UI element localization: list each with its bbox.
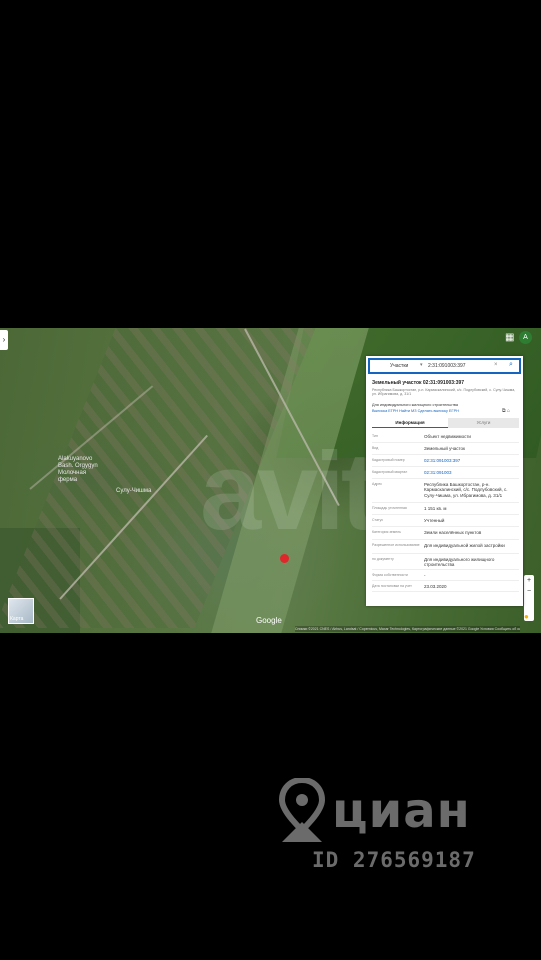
attribute-value: Земли населённых пунктов — [424, 530, 482, 535]
attribute-value: Земельный участок — [424, 446, 465, 451]
attribute-key: Тип — [372, 434, 378, 438]
attribute-row: Дата постановки на учет 23.03.2020 — [372, 581, 519, 592]
chevron-down-icon[interactable]: ▾ — [420, 362, 423, 368]
cadastral-info-panel: Участки ▾ 2:31:091003:397 × ⌕ Земельный … — [366, 356, 523, 606]
satellite-map[interactable]: avito Alakuyanovo Bash. Orgygyn Молочная… — [0, 328, 541, 633]
attribute-row: Категория земель Земли населённых пункто… — [372, 527, 519, 540]
parcel-actions[interactable]: Выписка ЕГРН Найти МЗ Сделать выписку ЕГ… — [372, 409, 459, 413]
cian-logo: циан — [278, 778, 488, 848]
attribute-key: Дата постановки на учет — [372, 584, 412, 588]
grid-icon[interactable]: ▦ — [505, 333, 515, 343]
parcel-attributes: Тип Объект недвижимости Вид Земельный уч… — [372, 431, 519, 592]
attribute-value: Для индивидуальной жилой застройки — [424, 543, 505, 548]
cian-wordmark: циан — [332, 783, 471, 839]
attribute-key: Разрешенное использование — [372, 543, 420, 547]
attribute-key: Форма собственности — [372, 573, 408, 577]
parcel-address: Республика Башкортостан, р-н. Кармаскали… — [372, 388, 516, 397]
attribute-value: Для индивидуального жилищного строительс… — [424, 557, 495, 568]
attribute-key: по документу — [372, 557, 394, 561]
attribute-row: Статус Учтенный — [372, 515, 519, 527]
cadastral-search-bar[interactable]: Участки ▾ 2:31:091003:397 × ⌕ — [368, 358, 521, 374]
search-input[interactable]: 2:31:091003:397 — [428, 363, 466, 369]
search-type-select[interactable]: Участки — [390, 363, 408, 369]
attribute-value: Учтенный — [424, 518, 445, 523]
attribute-row: Кадастровый квартал 02:31:091003 — [372, 467, 519, 479]
attribute-value: 23.03.2020 — [424, 584, 447, 589]
layer-label: Карта — [10, 616, 24, 622]
clear-icon[interactable]: × — [494, 362, 498, 368]
tab-services[interactable]: Услуги — [448, 418, 519, 428]
attribute-row: по документу Для индивидуального жилищно… — [372, 554, 519, 570]
location-pin-icon — [278, 778, 326, 842]
parcel-title: Земельный участок 02:31:091003:397 — [372, 380, 465, 386]
parcel-use: Для индивидуального жилищного строительс… — [372, 403, 459, 407]
search-icon[interactable]: ⌕ — [509, 361, 513, 369]
panel-tabs: Информация Услуги — [372, 418, 519, 428]
attribute-row: Адрес Республика Башкортостан, р-н. Карм… — [372, 479, 519, 503]
attribute-row: Разрешенное использование Для индивидуал… — [372, 540, 519, 554]
google-logo: Google — [256, 616, 282, 625]
place-label: Alakuyanovo Bash. Orgygyn Молочная ферма — [58, 456, 98, 483]
attribute-value: Республика Башкортостан, р-н. Кармаскали… — [424, 482, 508, 498]
map-layer-button[interactable]: Карта — [8, 598, 34, 624]
attribute-key: Кадастровый номер — [372, 458, 405, 462]
location-marker[interactable] — [280, 554, 289, 563]
attribute-key: Адрес — [372, 482, 383, 486]
cadastral-quarter-link[interactable]: 02:31:091003 — [424, 470, 519, 475]
attribute-value: 1 151 кв. м — [424, 506, 447, 511]
place-label: Сулу-Чишма — [116, 488, 152, 494]
panel-tool-icons[interactable]: ⧉ ⌂ — [502, 408, 510, 414]
attribute-key: Вид — [372, 446, 379, 450]
attribute-key: Кадастровый квартал — [372, 470, 408, 474]
attribute-value: - — [424, 573, 426, 578]
attribute-key: Статус — [372, 518, 384, 522]
attribute-row: Форма собственности - — [372, 570, 519, 581]
avatar[interactable]: А — [519, 331, 532, 344]
attribute-row: Вид Земельный участок — [372, 443, 519, 455]
attribute-key: Категория земель — [372, 530, 401, 534]
attribute-value: Объект недвижимости — [424, 434, 471, 439]
screenshot: avito Alakuyanovo Bash. Orgygyn Молочная… — [0, 0, 541, 960]
chevron-right-icon[interactable]: › — [0, 330, 8, 350]
pegman-icon[interactable]: ● — [524, 612, 534, 622]
attribute-row: Кадастровый номер 02:31:091003:397 — [372, 455, 519, 467]
cadastral-number-link[interactable]: 02:31:091003:397 — [424, 458, 519, 463]
attribute-row: Площадь уточненная 1 151 кв. м — [372, 503, 519, 515]
tab-info[interactable]: Информация — [372, 418, 448, 428]
map-attribution: Снимки ©2021 CNES / Airbus, Landsat / Co… — [295, 626, 520, 632]
attribute-row: Тип Объект недвижимости — [372, 431, 519, 443]
listing-id: ID 276569187 — [312, 848, 476, 872]
attribute-key: Площадь уточненная — [372, 506, 407, 510]
